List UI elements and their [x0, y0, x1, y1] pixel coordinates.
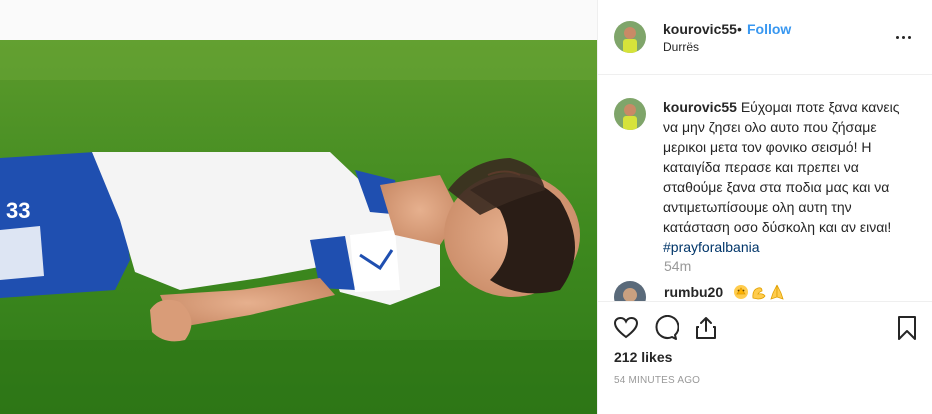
caption-username[interactable]: kourovic55 — [663, 99, 737, 115]
post-media-area: 33 — [0, 0, 597, 414]
praying-face-emoji — [734, 285, 748, 299]
caption-timestamp[interactable]: 54m — [664, 258, 691, 274]
avatar-image — [614, 21, 646, 53]
post-photo[interactable]: 33 — [0, 40, 597, 414]
avatar[interactable] — [614, 21, 646, 53]
caption-text: Εύχομαι ποτε ξανα κανεις να μην ζησει ολ… — [663, 99, 900, 235]
post-sidebar: kourovic55 • Follow Durrës kourovic55 Εύ… — [597, 0, 932, 414]
comment-username[interactable]: rumbu20 — [664, 284, 723, 300]
praying-hands-emoji — [770, 284, 784, 300]
avatar-image — [614, 98, 646, 130]
post-author-username[interactable]: kourovic55 — [663, 21, 737, 37]
avatar[interactable] — [614, 98, 646, 130]
avatar[interactable] — [614, 281, 646, 301]
post-caption: kourovic55 Εύχομαι ποτε ξανα κανεις να μ… — [663, 97, 913, 257]
comment-icon[interactable] — [653, 315, 679, 341]
hashtag-link[interactable]: #prayforalbania — [663, 239, 760, 255]
post-header: kourovic55 • Follow Durrës — [598, 0, 932, 75]
likes-count[interactable]: 212 likes — [614, 349, 672, 365]
post-timestamp[interactable]: 54 MINUTES AGO — [614, 375, 700, 386]
avatar-image — [614, 281, 646, 301]
svg-text:33: 33 — [6, 198, 30, 223]
post-actions: 212 likes 54 MINUTES AGO — [598, 301, 932, 414]
bookmark-icon[interactable] — [894, 315, 920, 341]
separator-dot: • — [737, 21, 742, 37]
comments-section: kourovic55 Εύχομαι ποτε ξανα κανεις να μ… — [598, 75, 932, 301]
page-background-strip — [0, 0, 597, 40]
more-options-icon[interactable] — [894, 30, 914, 44]
share-icon[interactable] — [693, 315, 719, 341]
post-location[interactable]: Durrës — [663, 40, 699, 54]
flexed-arm-emoji — [752, 287, 766, 300]
football-player-lying-on-grass-image: 33 — [0, 40, 597, 414]
heart-icon[interactable] — [613, 315, 639, 341]
follow-button[interactable]: Follow — [747, 21, 791, 37]
